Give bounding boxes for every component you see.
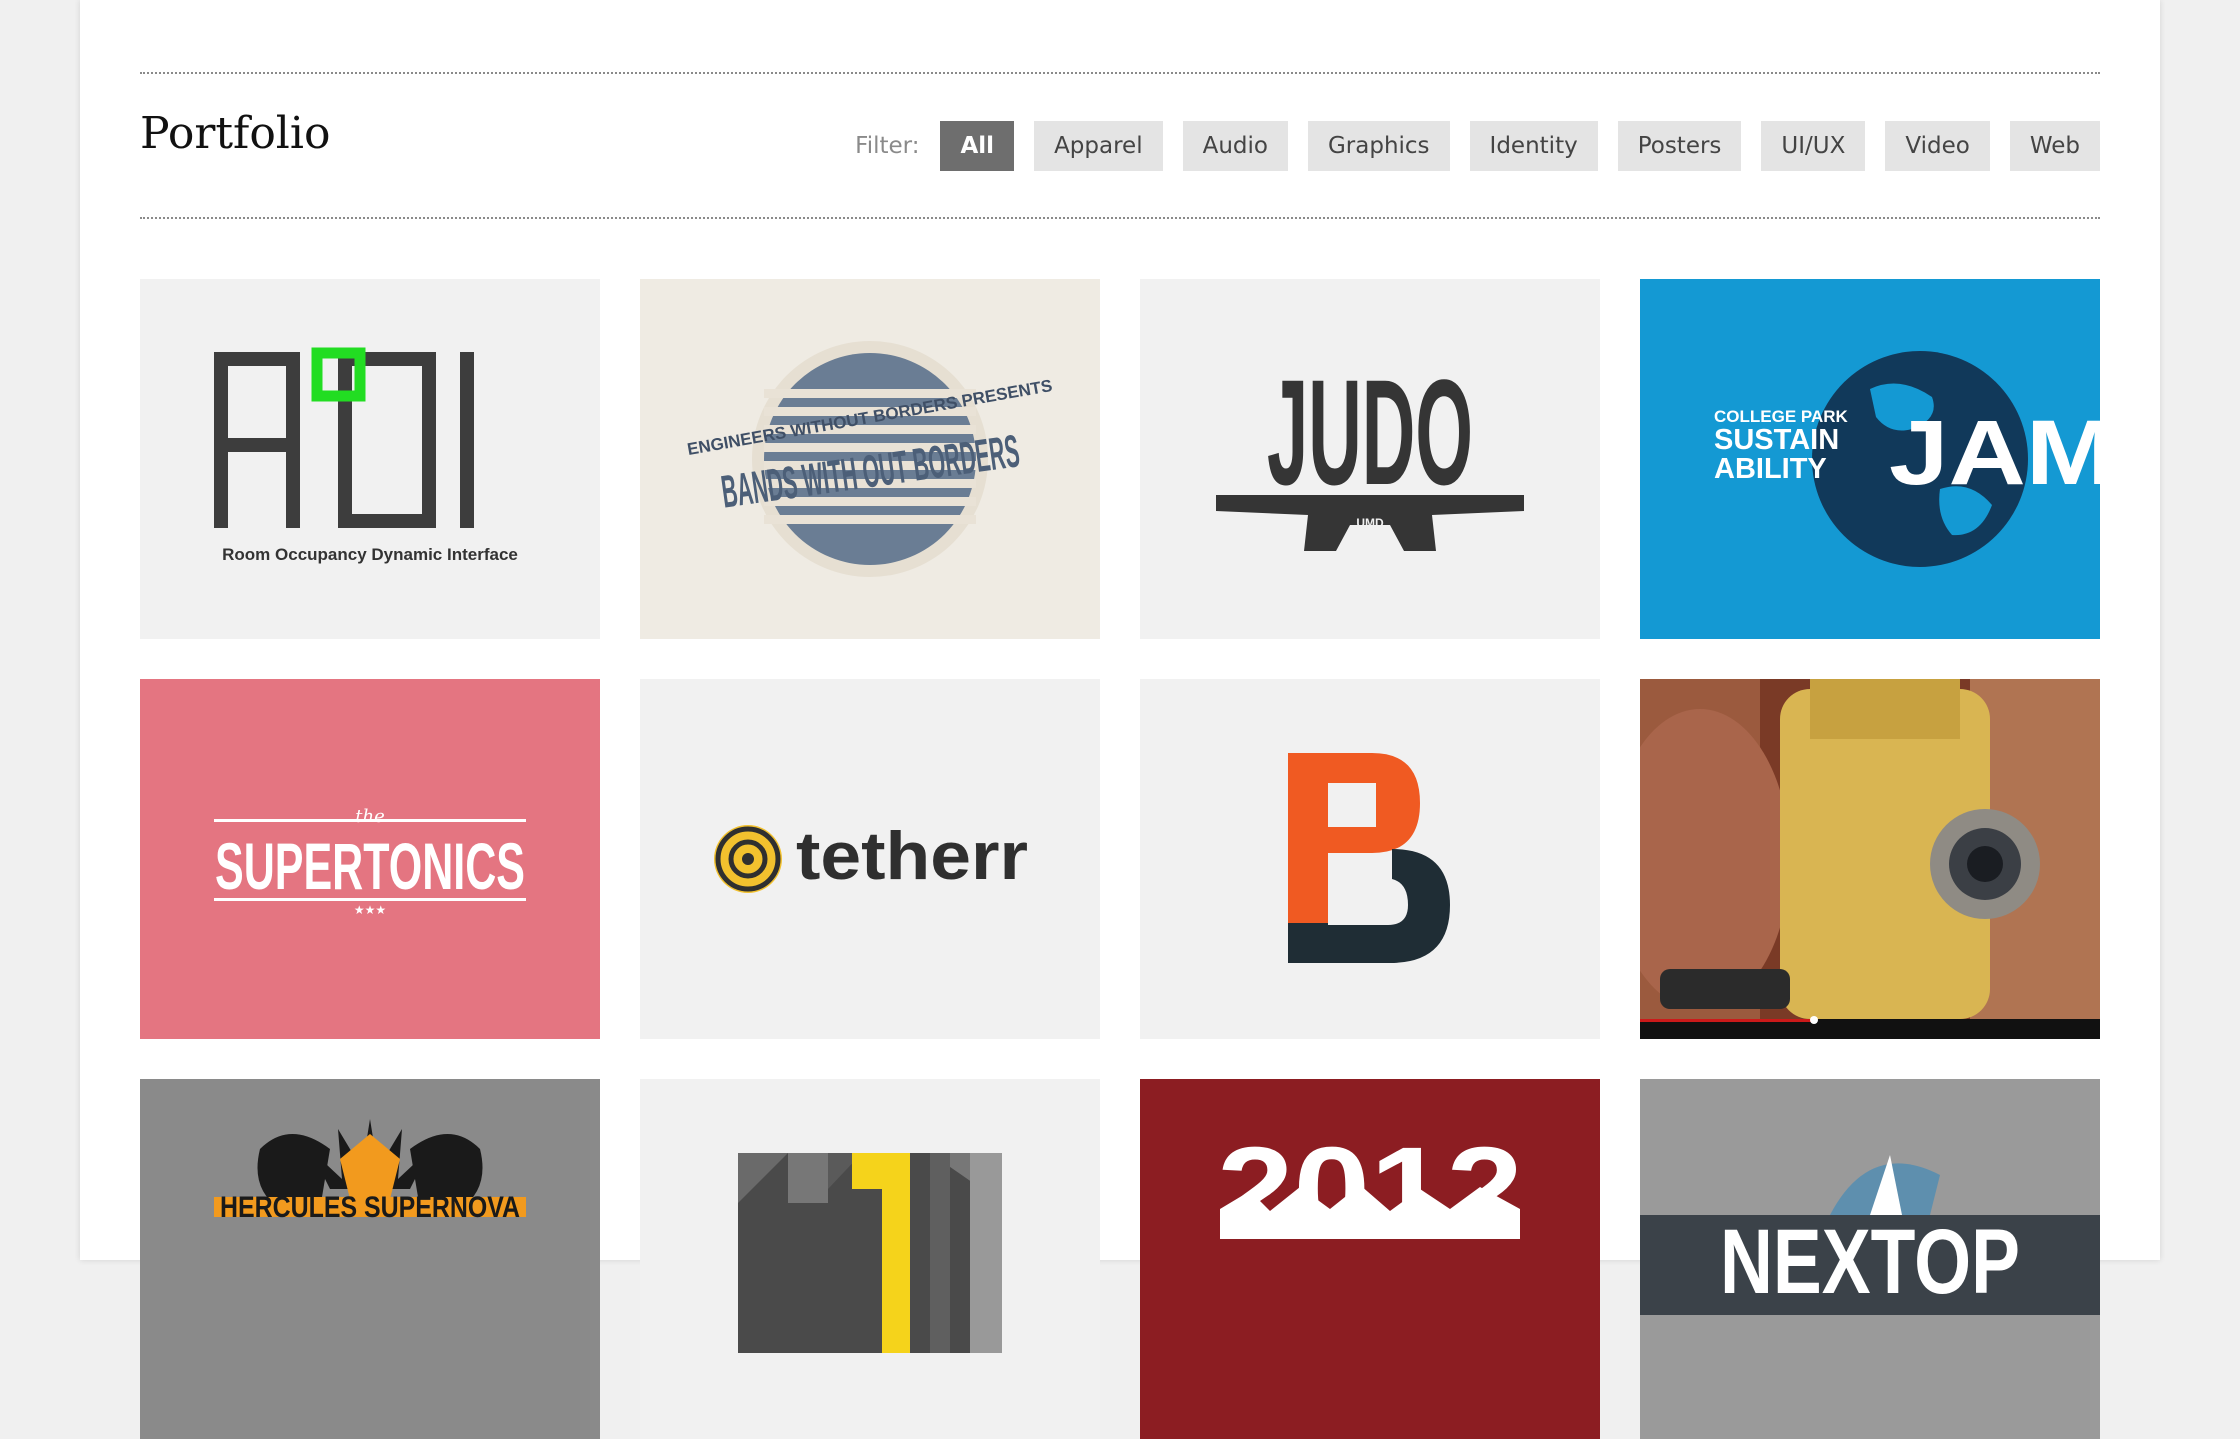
- portfolio-item-pb-monogram[interactable]: [1140, 679, 1600, 1039]
- 2012-poster-image: 2012: [1140, 1079, 1600, 1439]
- jam-line3: ABILITY: [1714, 453, 1827, 485]
- supertonics-title: SUPERTONICS: [215, 829, 525, 903]
- page-container: Portfolio Filter: All Apparel Audio Grap…: [80, 0, 2160, 1439]
- video-scrubber-icon: [1810, 1016, 1818, 1024]
- judo-title: JUDO: [1267, 348, 1473, 516]
- supertonics-logo-image: the SUPERTONICS ★★★: [140, 679, 600, 1039]
- rodi-logo-image: Room Occupancy Dynamic Interface: [140, 279, 600, 639]
- filter-graphics-button[interactable]: Graphics: [1307, 121, 1450, 171]
- filter-posters-button[interactable]: Posters: [1617, 121, 1742, 171]
- portfolio-item-maryland-flag[interactable]: [640, 1079, 1100, 1439]
- tetherr-logo-image: tetherr: [640, 679, 1100, 1039]
- jam-title: JAM: [1889, 402, 2100, 504]
- page-title: Portfolio: [140, 108, 331, 159]
- filter-web-button[interactable]: Web: [2009, 121, 2100, 171]
- portfolio-item-bands-without-borders[interactable]: ENGINEERS WITHOUT BORDERS PRESENTS BANDS…: [640, 279, 1100, 639]
- filter-audio-button[interactable]: Audio: [1182, 121, 1288, 171]
- supertonics-stars: ★★★: [354, 903, 386, 917]
- filter-video-button[interactable]: Video: [1885, 121, 1990, 171]
- portfolio-item-judo[interactable]: JUDO UMD: [1140, 279, 1600, 639]
- filter-label: Filter:: [855, 133, 920, 159]
- jam-line2: SUSTAIN: [1714, 424, 1839, 456]
- top-divider: [140, 72, 2100, 74]
- tetherr-wordmark: tetherr: [796, 818, 1028, 894]
- judo-logo-image: JUDO UMD: [1140, 279, 1600, 639]
- nextop-logo-image: NEXTOP: [1640, 1079, 2100, 1439]
- portfolio-item-video-surveyor[interactable]: [1640, 679, 2100, 1039]
- supertonics-small: the: [355, 806, 384, 827]
- portfolio-item-supertonics[interactable]: the SUPERTONICS ★★★: [140, 679, 600, 1039]
- sustainability-jam-logo-image: COLLEGE PARK SUSTAIN ABILITY JAM: [1640, 279, 2100, 639]
- rodi-caption: Room Occupancy Dynamic Interface: [222, 545, 518, 564]
- hercules-title: HERCULES SUPERNOVA: [220, 1191, 520, 1224]
- bottom-divider: [140, 217, 2100, 219]
- nextop-title: NEXTOP: [1720, 1211, 2020, 1313]
- bands-without-borders-logo-image: ENGINEERS WITHOUT BORDERS PRESENTS BANDS…: [640, 279, 1100, 639]
- filter-all-button[interactable]: All: [940, 121, 1015, 171]
- portfolio-grid: Room Occupancy Dynamic Interface ENGINEE…: [140, 279, 2100, 1439]
- pb-monogram-image: [1140, 679, 1600, 1039]
- portfolio-item-2012-poster[interactable]: 2012: [1140, 1079, 1600, 1439]
- hercules-supernova-logo-image: HERCULES SUPERNOVA: [140, 1079, 600, 1439]
- portfolio-item-tetherr[interactable]: tetherr: [640, 679, 1100, 1039]
- portfolio-item-nextop[interactable]: NEXTOP: [1640, 1079, 2100, 1439]
- filter-bar: Filter: All Apparel Audio Graphics Ident…: [855, 121, 2100, 171]
- portfolio-item-hercules-supernova[interactable]: HERCULES SUPERNOVA: [140, 1079, 600, 1439]
- filter-identity-button[interactable]: Identity: [1469, 121, 1598, 171]
- judo-belt-text: UMD: [1356, 516, 1384, 530]
- video-thumbnail-image: [1640, 679, 2100, 1039]
- filter-apparel-button[interactable]: Apparel: [1034, 121, 1163, 171]
- maryland-flag-image: [640, 1079, 1100, 1439]
- filter-uiux-button[interactable]: UI/UX: [1761, 121, 1866, 171]
- portfolio-item-sustainability-jam[interactable]: COLLEGE PARK SUSTAIN ABILITY JAM: [1640, 279, 2100, 639]
- portfolio-item-rodi[interactable]: Room Occupancy Dynamic Interface: [140, 279, 600, 639]
